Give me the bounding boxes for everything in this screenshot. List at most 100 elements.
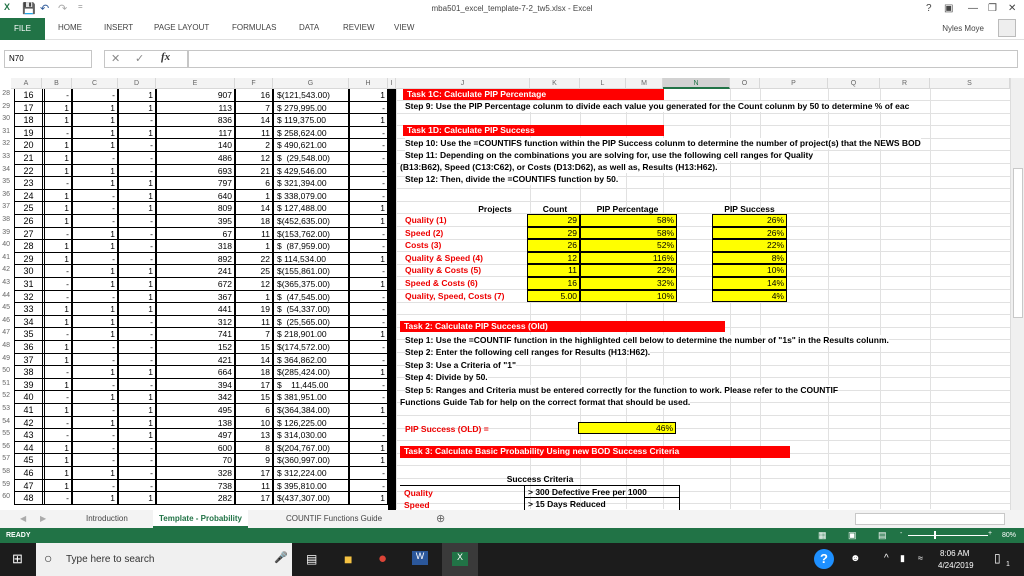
cell-h[interactable]: 1: [349, 202, 388, 215]
cell-d[interactable]: -: [118, 114, 156, 127]
cell-b[interactable]: -: [42, 328, 72, 341]
normal-view-icon[interactable]: ▦: [818, 530, 827, 541]
row-header[interactable]: 30: [0, 115, 10, 122]
excel-taskbar-button[interactable]: X: [442, 543, 478, 576]
column-header-h[interactable]: H: [349, 78, 388, 89]
cell-f[interactable]: 12: [235, 278, 273, 291]
cell-h[interactable]: -: [349, 378, 388, 392]
cell-a[interactable]: 44: [14, 441, 45, 455]
cell-d[interactable]: 1: [118, 429, 156, 442]
cell-d[interactable]: 1: [118, 303, 156, 316]
row-header[interactable]: 43: [0, 279, 10, 286]
cell-e[interactable]: 342: [156, 391, 235, 404]
cell-a[interactable]: 22: [14, 164, 45, 178]
cell-g[interactable]: $ 119,375.00: [273, 114, 349, 127]
cell-h[interactable]: -: [349, 353, 388, 367]
minimize-button[interactable]: —: [968, 3, 978, 14]
cell-b[interactable]: 1: [42, 252, 72, 266]
tab-insert[interactable]: INSERT: [104, 23, 133, 32]
cell-e[interactable]: 328: [156, 467, 235, 480]
cell-h[interactable]: -: [349, 240, 388, 253]
cell-g[interactable]: $(360,997.00): [273, 454, 349, 467]
cell-e[interactable]: 140: [156, 139, 235, 152]
cell-b[interactable]: 1: [42, 215, 72, 228]
cell-g[interactable]: $(153,762.00): [273, 227, 349, 241]
cell-a[interactable]: 38: [14, 366, 45, 379]
cell-g[interactable]: $(174,572.00): [273, 341, 349, 354]
cell-f[interactable]: 25: [235, 265, 273, 278]
cell-e[interactable]: 664: [156, 366, 235, 379]
count-cell[interactable]: 26: [527, 239, 580, 252]
cell-a[interactable]: 25: [14, 202, 45, 215]
row-header[interactable]: 37: [0, 203, 10, 210]
column-header-g[interactable]: G: [273, 78, 349, 89]
cell-h[interactable]: 1: [349, 404, 388, 417]
cell-f[interactable]: 14: [235, 114, 273, 127]
avatar[interactable]: [998, 19, 1016, 37]
row-header[interactable]: 32: [0, 140, 10, 147]
vertical-scroll-thumb[interactable]: [1013, 168, 1023, 318]
cell-g[interactable]: $ 314,030.00: [273, 429, 349, 442]
pip-success-old-value[interactable]: 46%: [578, 422, 676, 434]
cell-h[interactable]: 1: [349, 328, 388, 341]
pct-cell[interactable]: 32%: [580, 277, 677, 290]
cell-b[interactable]: -: [42, 416, 72, 430]
cell-f[interactable]: 11: [235, 227, 273, 241]
row-header[interactable]: 45: [0, 304, 10, 311]
tab-home[interactable]: HOME: [58, 23, 82, 32]
cell-d[interactable]: -: [118, 479, 156, 493]
cell-h[interactable]: 1: [349, 114, 388, 127]
cell-h[interactable]: -: [349, 467, 388, 480]
cell-d[interactable]: 1: [118, 366, 156, 379]
cell-a[interactable]: 32: [14, 290, 45, 304]
cell-h[interactable]: 1: [349, 89, 388, 102]
column-header-f[interactable]: F: [235, 78, 273, 89]
help-circle-icon[interactable]: ?: [814, 549, 834, 569]
column-header-e[interactable]: E: [156, 78, 235, 89]
cell-d[interactable]: 1: [118, 177, 156, 190]
user-name[interactable]: Nyles Moye: [942, 24, 984, 33]
cell-e[interactable]: 486: [156, 152, 235, 165]
tab-review[interactable]: REVIEW: [343, 23, 375, 32]
column-header-q[interactable]: Q: [828, 78, 880, 89]
cell-c[interactable]: 1: [72, 366, 118, 379]
cell-b[interactable]: 1: [42, 353, 72, 367]
cell-e[interactable]: 67: [156, 227, 235, 241]
count-cell[interactable]: 29: [527, 214, 580, 227]
cell-f[interactable]: 17: [235, 467, 273, 480]
cell-h[interactable]: -: [349, 315, 388, 329]
clock-date[interactable]: 4/24/2019: [938, 561, 974, 570]
row-header[interactable]: 54: [0, 418, 10, 425]
cell-g[interactable]: $(452,635.00): [273, 215, 349, 228]
cell-d[interactable]: -: [118, 139, 156, 152]
cell-b[interactable]: -: [42, 290, 72, 304]
cell-d[interactable]: 1: [118, 89, 156, 102]
cell-c[interactable]: 1: [72, 227, 118, 241]
cell-h[interactable]: -: [349, 101, 388, 115]
cell-g[interactable]: $(155,861.00): [273, 265, 349, 278]
cell-g[interactable]: $ 429,546.00: [273, 164, 349, 178]
cell-e[interactable]: 741: [156, 328, 235, 341]
cell-b[interactable]: 1: [42, 114, 72, 127]
row-header[interactable]: 50: [0, 367, 10, 374]
cell-g[interactable]: $ (25,565.00): [273, 315, 349, 329]
cell-f[interactable]: 11: [235, 315, 273, 329]
cell-c[interactable]: -: [72, 353, 118, 367]
cell-d[interactable]: 1: [118, 189, 156, 203]
cell-a[interactable]: 35: [14, 328, 45, 341]
cell-b[interactable]: -: [42, 492, 72, 505]
taskbar-search[interactable]: ○ Type here to search 🎤: [36, 543, 292, 576]
cell-c[interactable]: -: [72, 429, 118, 442]
cell-g[interactable]: $ 364,862.00: [273, 353, 349, 367]
cell-h[interactable]: 1: [349, 215, 388, 228]
cell-h[interactable]: 1: [349, 492, 388, 505]
cell-g[interactable]: $ 218,901.00: [273, 328, 349, 341]
cell-e[interactable]: 836: [156, 114, 235, 127]
cell-f[interactable]: 22: [235, 252, 273, 266]
cell-a[interactable]: 19: [14, 126, 45, 140]
cell-g[interactable]: $(365,375.00): [273, 278, 349, 291]
cell-f[interactable]: 17: [235, 492, 273, 505]
cell-a[interactable]: 47: [14, 479, 45, 493]
cell-e[interactable]: 138: [156, 416, 235, 430]
cell-e[interactable]: 892: [156, 252, 235, 266]
